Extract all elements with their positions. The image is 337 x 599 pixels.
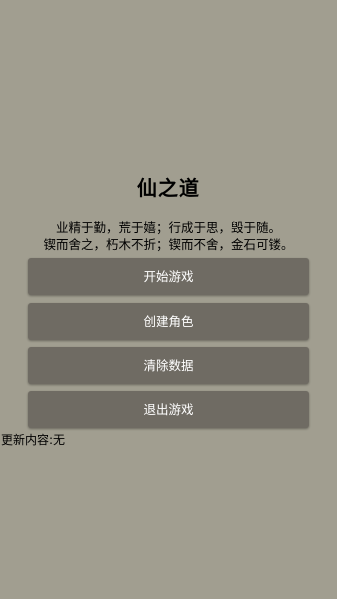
create-character-button[interactable]: 创建角色 [28, 303, 309, 340]
update-notes: 更新内容:无 [1, 433, 66, 447]
motto-line-1: 业精于勤，荒于嬉；行成于思，毁于随。 [55, 220, 281, 235]
start-game-button[interactable]: 开始游戏 [28, 258, 309, 295]
exit-game-button[interactable]: 退出游戏 [28, 391, 309, 428]
motto-line-2: 锲而舍之，朽木不折；锲而不舍，金石可镂。 [43, 237, 294, 252]
game-title: 仙之道 [137, 176, 200, 200]
motto-text: 业精于勤，荒于嬉；行成于思，毁于随。 锲而舍之，朽木不折；锲而不舍，金石可镂。 [0, 219, 337, 253]
clear-data-button[interactable]: 清除数据 [28, 347, 309, 384]
